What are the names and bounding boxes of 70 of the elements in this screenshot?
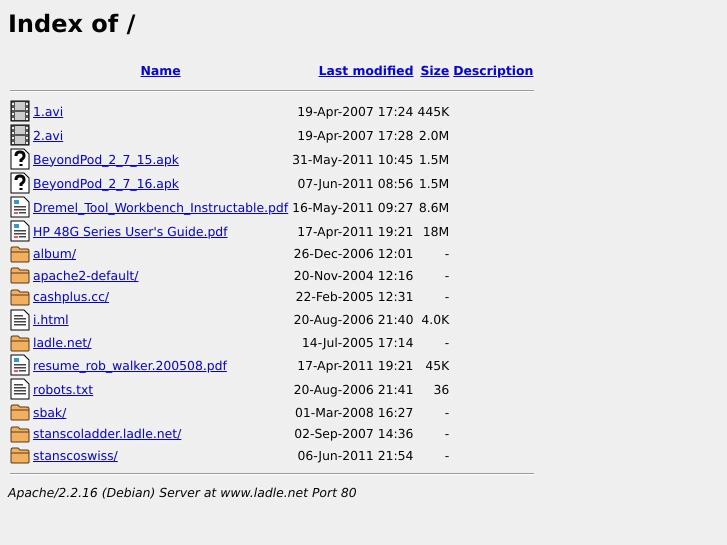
modified-date: 20-Nov-2004 12:16: [294, 268, 414, 283]
film-icon: [10, 100, 30, 122]
file-size: 445K: [417, 104, 450, 118]
file-size: 45K: [425, 358, 450, 373]
folder-icon: [10, 266, 30, 284]
file-size: 4.0K: [421, 312, 450, 328]
file-link[interactable]: apache2-default/: [33, 268, 138, 283]
modified-date: 17-Apr-2011 19:21: [297, 224, 414, 238]
file-size: 1.5M: [418, 176, 450, 190]
description-column-link[interactable]: Description: [453, 63, 534, 78]
file-size: 36: [433, 382, 450, 397]
file-link[interactable]: sbak/: [33, 404, 66, 420]
modified-column-link[interactable]: Last modified: [318, 63, 414, 78]
file-link[interactable]: HP 48G Series User's Guide.pdf: [33, 224, 228, 238]
file-link[interactable]: album/: [33, 246, 76, 262]
modified-date: 20-Aug-2006 21:40: [294, 312, 414, 328]
file-size: 18M: [422, 224, 450, 238]
modified-date: 16-May-2011 09:27: [292, 200, 414, 214]
question-mark-icon: [10, 172, 30, 194]
question-mark-icon: [10, 148, 30, 170]
file-size: -: [444, 268, 450, 283]
folder-icon: [10, 424, 30, 443]
folder-icon: [10, 244, 30, 263]
folder-icon: [10, 334, 30, 352]
folder-icon: [10, 288, 30, 306]
file-size: 8.6M: [418, 200, 450, 214]
modified-date: 20-Aug-2006 21:41: [294, 382, 414, 397]
document-icon: [10, 220, 30, 242]
modified-date: 14-Jul-2005 17:14: [302, 335, 414, 350]
modified-date: 31-May-2011 10:45: [292, 152, 414, 166]
file-link[interactable]: ladle.net/: [33, 335, 92, 350]
folder-icon: [10, 403, 30, 422]
modified-date: 22-Feb-2005 12:31: [296, 289, 414, 304]
file-link[interactable]: stanscoladder.ladle.net/: [33, 426, 182, 442]
document-icon: [10, 196, 30, 218]
file-size: 2.0M: [418, 128, 450, 142]
file-link[interactable]: i.html: [33, 312, 69, 328]
file-size: -: [444, 246, 450, 262]
file-link[interactable]: BeyondPod_2_7_16.apk: [33, 176, 179, 190]
file-size: -: [444, 426, 450, 442]
page-title: Index of /: [8, 10, 136, 38]
file-size: -: [444, 448, 450, 463]
modified-date: 19-Apr-2007 17:28: [297, 128, 414, 142]
document-icon: [10, 354, 30, 376]
file-size: -: [444, 289, 450, 304]
size-column-link[interactable]: Size: [420, 63, 450, 78]
server-signature: Apache/2.2.16 (Debian) Server at www.ladle.net Port 80: [8, 485, 358, 500]
file-link[interactable]: 2.avi: [33, 128, 64, 142]
text-file-icon: [10, 308, 30, 331]
modified-date: 01-Mar-2008 16:27: [294, 404, 414, 420]
file-size: -: [444, 404, 450, 420]
file-link[interactable]: resume_rob_walker.200508.pdf: [33, 358, 227, 373]
modified-date: 26-Dec-2006 12:01: [294, 246, 414, 262]
file-link[interactable]: stanscoswiss/: [33, 448, 118, 463]
file-link[interactable]: cashplus.cc/: [33, 289, 110, 304]
name-column-link[interactable]: Name: [140, 63, 181, 78]
modified-date: 02-Sep-2007 14:36: [294, 426, 414, 442]
text-file-icon: [10, 378, 30, 400]
file-link[interactable]: BeyondPod_2_7_15.apk: [33, 152, 179, 166]
modified-date: 19-Apr-2007 17:24: [297, 104, 414, 118]
file-size: 1.5M: [418, 152, 450, 166]
file-link[interactable]: 1.avi: [33, 104, 64, 118]
folder-icon: [10, 446, 30, 464]
modified-date: 17-Apr-2011 19:21: [297, 358, 414, 373]
file-size: -: [444, 335, 450, 350]
file-link[interactable]: Dremel_Tool_Workbench_Instructable.pdf: [33, 200, 288, 214]
film-icon: [10, 124, 30, 146]
modified-date: 07-Jun-2011 08:56: [298, 176, 414, 190]
modified-date: 06-Jun-2011 21:54: [298, 448, 414, 463]
file-link[interactable]: robots.txt: [33, 382, 94, 397]
